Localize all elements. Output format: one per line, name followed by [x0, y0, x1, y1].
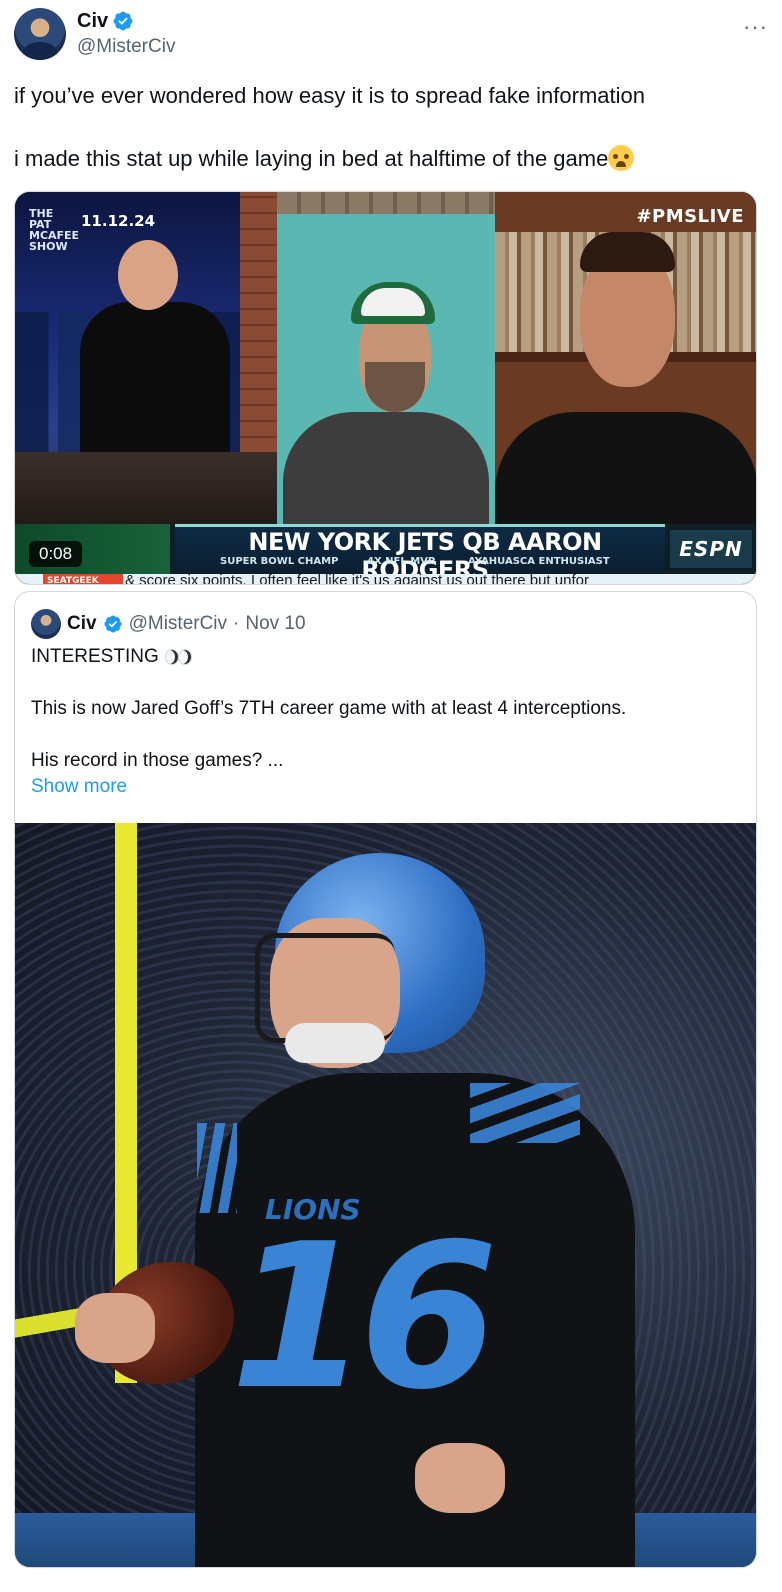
video-hashtag: #PMSLIVE: [636, 206, 744, 227]
quote-separator: ·: [233, 613, 240, 634]
video-date: 11.12.24: [81, 212, 156, 230]
quote-line-3: His record in those games? ...: [31, 750, 284, 771]
ticker-sponsor: SEATGEEK: [43, 574, 123, 584]
lower-third-sub-3: AYAHUASCA ENTHUSIAST: [468, 556, 610, 567]
loudly-crying-face-emoji: [608, 145, 635, 171]
lower-third-sub-2: 4X NFL MVP: [367, 556, 436, 567]
quote-line-2: This is now Jared Goff’s 7TH career game…: [31, 698, 627, 719]
news-ticker: SEATGEEK & score six points. I often fee…: [15, 574, 756, 585]
video-panel-guest-2: #PMSLIVE: [495, 192, 756, 532]
author-name[interactable]: Civ: [77, 10, 108, 33]
panel-frame: [277, 192, 495, 214]
studio-desk: [15, 452, 277, 532]
espn-logo: ESPN: [670, 530, 752, 568]
guest-1-body: [283, 412, 489, 532]
player-hand-right: [415, 1443, 505, 1513]
quote-text: INTERESTING This is now Jared Goff’s 7TH…: [31, 644, 741, 774]
quote-author-name[interactable]: Civ: [67, 613, 97, 635]
guest-2-hair: [580, 232, 675, 272]
video-panel-host: THE PAT MCAFEE SHOW 11.12.24: [15, 192, 280, 532]
jersey-number: 16: [230, 1201, 498, 1434]
quote-author-handle[interactable]: @MisterCiv: [129, 613, 227, 635]
verified-badge-icon: [104, 615, 122, 633]
video-panel-guest-1: [277, 192, 495, 532]
video-timestamp: 0:08: [29, 541, 83, 567]
ticker-text: & score six points. I often feel like it…: [125, 574, 589, 585]
show-logo: THE PAT MCAFEE SHOW: [29, 207, 80, 253]
sleeve-stripe-right: [470, 1083, 580, 1143]
host-head: [118, 240, 178, 310]
author-handle[interactable]: @MisterCiv: [77, 36, 175, 58]
quote-author-avatar[interactable]: [31, 609, 61, 639]
more-options-icon[interactable]: ···: [743, 14, 768, 40]
quote-line-1: INTERESTING: [31, 644, 741, 670]
chinstrap: [285, 1023, 385, 1063]
tweet-text: if you’ve ever wondered how easy it is t…: [14, 80, 768, 175]
quote-header: Civ @MisterCiv · Nov 10: [31, 609, 306, 639]
verified-badge-icon: [113, 11, 133, 31]
tweet-line-2-text: i made this stat up while laying in bed …: [14, 146, 609, 171]
guest-2-body: [495, 412, 756, 532]
quote-photo[interactable]: LIONS 16: [15, 823, 756, 1567]
player-hand-left: [75, 1293, 155, 1363]
video-player[interactable]: THE PAT MCAFEE SHOW 11.12.24 #PMSLIVE NE…: [14, 191, 757, 585]
show-more-link[interactable]: Show more: [31, 776, 127, 798]
quote-line-1-text: INTERESTING: [31, 646, 159, 667]
sleeve-stripe-left: [197, 1123, 237, 1213]
tweet-header: Civ @MisterCiv ···: [14, 8, 768, 68]
author-avatar[interactable]: [14, 8, 66, 60]
quote-date[interactable]: Nov 10: [245, 613, 305, 635]
quoted-tweet[interactable]: Civ @MisterCiv · Nov 10 INTERESTING This…: [14, 591, 757, 1568]
tweet-line-2: i made this stat up while laying in bed …: [14, 143, 768, 175]
cap-front: [361, 288, 425, 316]
eyes-emoji: [164, 649, 193, 665]
author-name-row: Civ: [77, 8, 134, 34]
lower-third-sub-1: SUPER BOWL CHAMP: [220, 556, 339, 567]
lower-third-graphic: NEW YORK JETS QB AARON RODGERS SUPER BOW…: [15, 524, 756, 584]
tweet-line-1: if you’ve ever wondered how easy it is t…: [14, 83, 645, 108]
